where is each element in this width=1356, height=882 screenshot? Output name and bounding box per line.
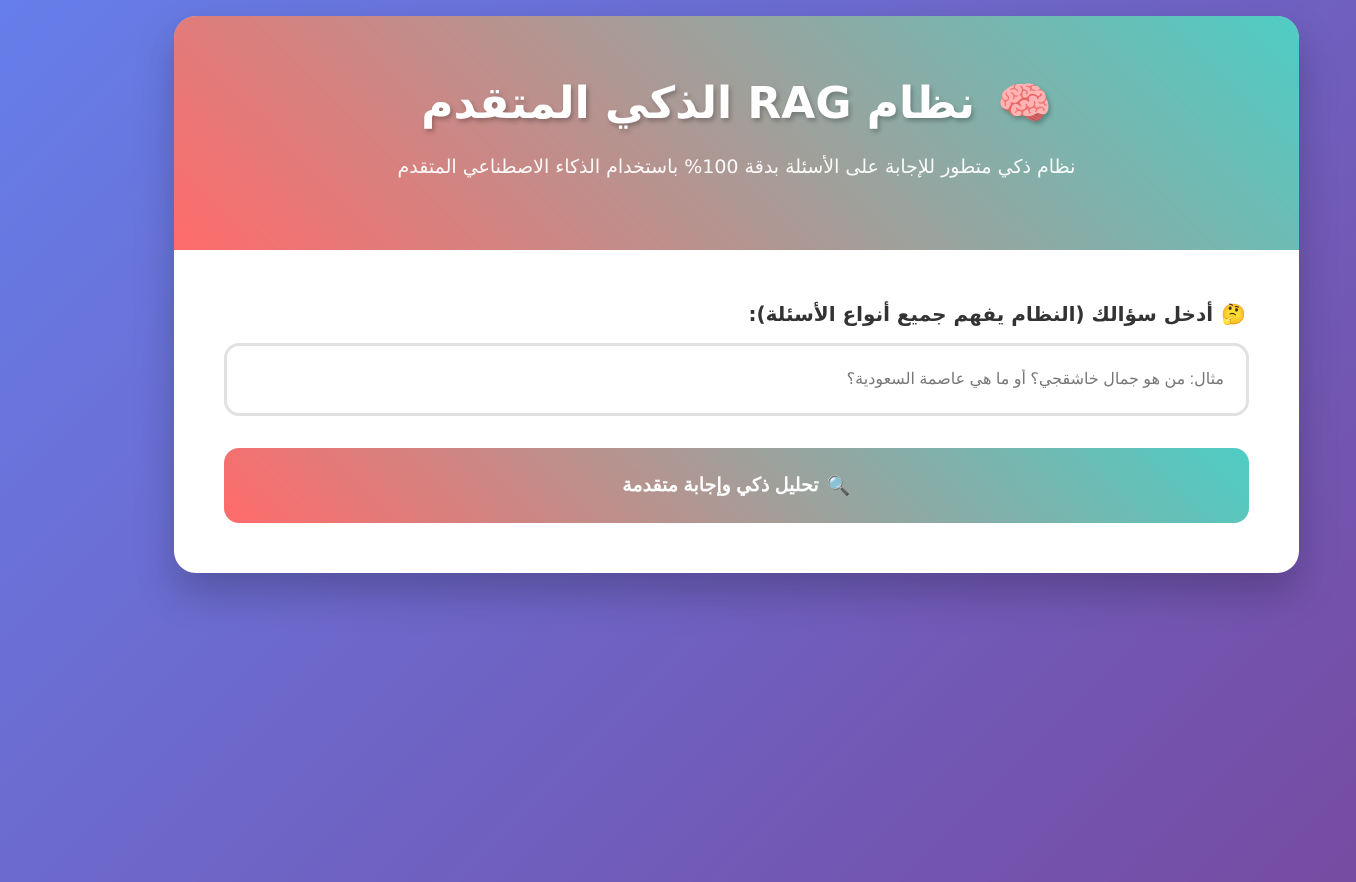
main-card: 🧠 نظام RAG الذكي المتقدم نظام ذكي متطور … <box>174 16 1299 573</box>
header-banner: 🧠 نظام RAG الذكي المتقدم نظام ذكي متطور … <box>174 16 1299 250</box>
search-icon: 🔍 <box>826 475 851 497</box>
page-subtitle: نظام ذكي متطور للإجابة على الأسئلة بدقة … <box>397 156 1076 178</box>
analyze-button[interactable]: 🔍 تحليل ذكي وإجابة متقدمة <box>224 448 1249 523</box>
thinking-face-icon: 🤔 <box>1221 302 1246 326</box>
page-title-text: نظام RAG الذكي المتقدم <box>421 78 975 129</box>
page-title: 🧠 نظام RAG الذكي المتقدم <box>174 74 1299 134</box>
question-input[interactable] <box>224 343 1249 416</box>
question-form: 🤔 أدخل سؤالك (النظام يفهم جميع أنواع الأ… <box>174 250 1299 573</box>
question-label: 🤔 أدخل سؤالك (النظام يفهم جميع أنواع الأ… <box>749 302 1246 326</box>
brain-icon: 🧠 <box>996 78 1052 129</box>
analyze-button-label: تحليل ذكي وإجابة متقدمة <box>622 475 819 496</box>
question-label-text: أدخل سؤالك (النظام يفهم جميع أنواع الأسئ… <box>748 302 1214 326</box>
